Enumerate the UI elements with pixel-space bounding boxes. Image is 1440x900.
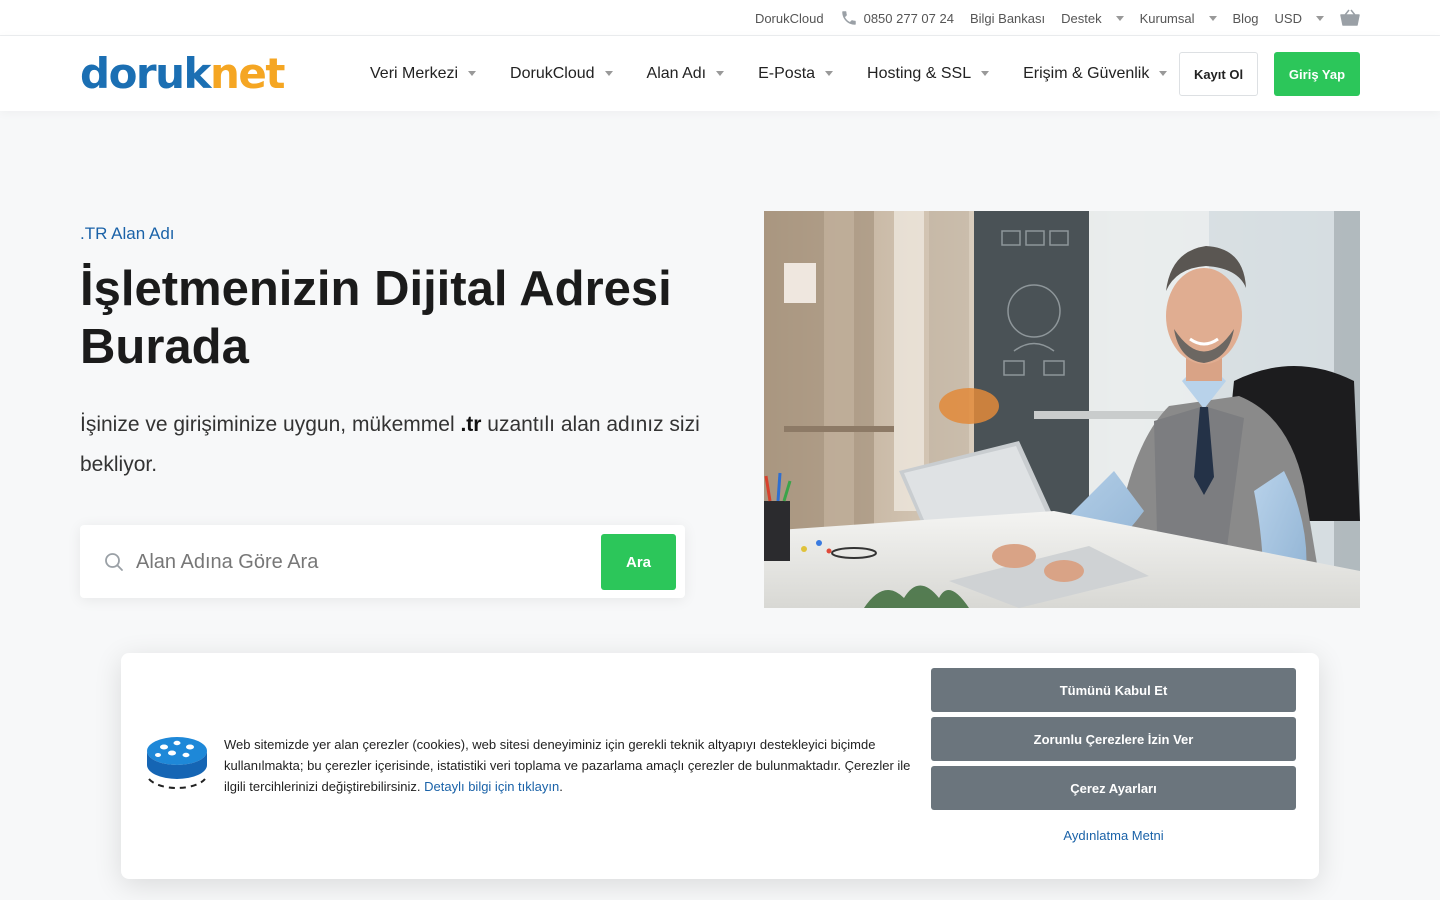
topbar-link-knowledge-base[interactable]: Bilgi Bankası xyxy=(970,11,1045,26)
caret-down-icon xyxy=(1159,71,1168,76)
main-navbar: doruknet Veri Merkezi DorukCloud Alan Ad… xyxy=(0,36,1440,111)
register-button[interactable]: Kayıt Ol xyxy=(1179,52,1258,96)
topbar-link-label: DorukCloud xyxy=(754,10,824,26)
topbar-dropdown-support[interactable]: Destek xyxy=(1061,10,1124,26)
nav-item-label: Erişim & Güvenlik xyxy=(1023,64,1150,82)
caret-down-icon xyxy=(981,71,990,76)
caret-down-icon xyxy=(468,71,477,76)
caret-down-icon xyxy=(716,71,725,76)
topbar-link-label: Destek xyxy=(1061,10,1102,26)
nav-item-label: Veri Merkezi xyxy=(370,64,459,82)
topbar-link-label: Blog xyxy=(1232,10,1259,26)
caret-down-icon xyxy=(1115,15,1124,21)
top-utility-bar: DorukCloud 0850 277 07 24 Bilgi Bankası … xyxy=(0,0,1440,36)
hero-description: İşinize ve girişiminize uygun, mükemmel … xyxy=(80,405,700,485)
nav-item-access-security[interactable]: Erişim & Güvenlik xyxy=(1023,64,1168,83)
cookie-message: Web sitemizde yer alan çerezler (cookies… xyxy=(224,734,914,797)
caret-down-icon xyxy=(1316,15,1324,21)
nav-item-hosting-ssl[interactable]: Hosting & SSL xyxy=(867,64,990,83)
topbar-dropdown-corporate[interactable]: Kurumsal xyxy=(1140,11,1217,26)
nav-item-data-center[interactable]: Veri Merkezi xyxy=(370,64,477,83)
caret-down-icon xyxy=(604,71,613,76)
privacy-notice-link[interactable]: Aydınlatma Metni xyxy=(931,828,1296,843)
topbar-link-label: Bilgi Bankası xyxy=(969,10,1046,26)
hero-photo-businessman-laptop xyxy=(764,211,1360,608)
nav-item-label: DorukCloud xyxy=(510,64,595,82)
topbar-link-label: Kurumsal xyxy=(1139,10,1195,26)
accept-all-cookies-button[interactable]: Tümünü Kabul Et xyxy=(931,668,1296,712)
phone-icon xyxy=(840,9,858,27)
cookie-settings-button[interactable]: Çerez Ayarları xyxy=(931,766,1296,810)
search-icon xyxy=(104,552,124,577)
logo-part-net: net xyxy=(209,49,285,98)
caret-down-icon xyxy=(825,71,834,76)
cookie-message-end: . xyxy=(559,779,563,794)
domain-search-input[interactable] xyxy=(136,541,596,583)
cookie-consent-banner: Web sitemizde yer alan çerezler (cookies… xyxy=(121,653,1319,879)
topbar-phone-number: 0850 277 07 24 xyxy=(863,10,954,26)
basket-icon[interactable] xyxy=(1340,9,1360,27)
nav-item-label: Alan Adı xyxy=(646,64,707,82)
hero-title: İşletmenizin Dijital Adresi Burada xyxy=(80,262,672,374)
nav-item-email[interactable]: E-Posta xyxy=(758,64,834,83)
hero-desc-tld: .tr xyxy=(460,413,482,436)
topbar-link-blog[interactable]: Blog xyxy=(1233,11,1259,26)
hero-eyebrow: .TR Alan Adı xyxy=(80,224,175,243)
nav-item-label: Hosting & SSL xyxy=(867,64,972,82)
search-button[interactable]: Ara xyxy=(601,534,676,590)
login-button[interactable]: Giriş Yap xyxy=(1274,52,1360,96)
doruknet-logo[interactable]: doruknet xyxy=(80,53,285,95)
cookie-message-text: Web sitemizde yer alan çerezler (cookies… xyxy=(224,737,911,794)
cookie-icon xyxy=(144,733,210,804)
caret-down-icon xyxy=(1208,15,1217,21)
nav-item-dorukcloud[interactable]: DorukCloud xyxy=(510,64,613,83)
topbar-phone[interactable]: 0850 277 07 24 xyxy=(840,9,954,27)
main-nav-menu: Veri Merkezi DorukCloud Alan Adı E-Posta… xyxy=(370,36,1201,111)
logo-part-doruk: doruk xyxy=(80,49,211,98)
nav-item-label: E-Posta xyxy=(758,64,816,82)
currency-selector[interactable]: USD xyxy=(1275,11,1324,26)
domain-search-box: Ara xyxy=(80,525,685,598)
topbar-link-dorukcloud[interactable]: DorukCloud xyxy=(755,11,824,26)
cookie-details-link[interactable]: Detaylı bilgi için tıklayın xyxy=(424,779,559,794)
logo-wordmark: doruknet xyxy=(80,53,285,95)
top-utility-links: DorukCloud 0850 277 07 24 Bilgi Bankası … xyxy=(755,0,1360,36)
currency-label: USD xyxy=(1274,10,1302,26)
necessary-cookies-only-button[interactable]: Zorunlu Çerezlere İzin Ver xyxy=(931,717,1296,761)
hero-desc-text: İşinize ve girişiminize uygun, mükemmel xyxy=(80,413,461,436)
nav-item-domain[interactable]: Alan Adı xyxy=(647,65,725,83)
